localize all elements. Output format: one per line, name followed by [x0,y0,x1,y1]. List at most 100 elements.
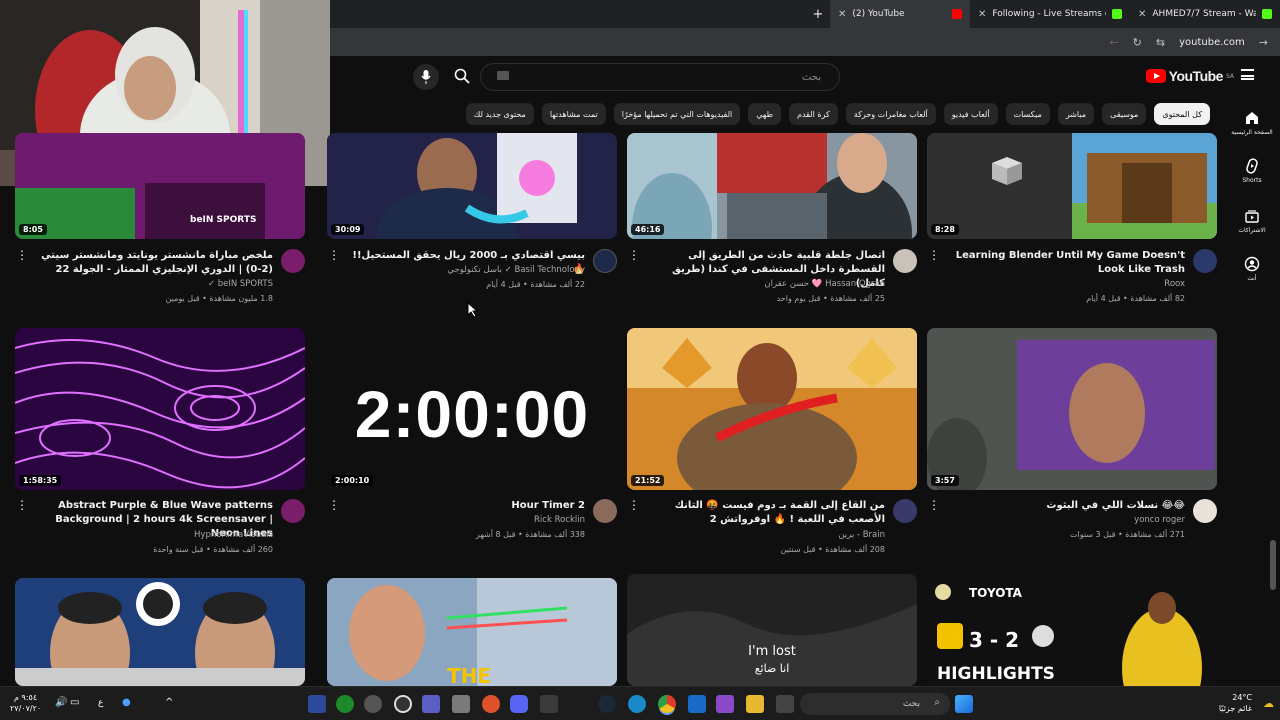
edge-icon[interactable] [628,695,646,713]
streamfab-icon[interactable] [308,695,326,713]
video-title[interactable]: ملخص مباراة مانشستر يونايتد ومانشستر سيت… [28,249,273,277]
system-clock[interactable]: ٩:٥٤ م ٢٧/٠٧/٢٠ [10,692,41,714]
channel-avatar[interactable] [593,249,617,273]
menu-icon[interactable] [1241,69,1254,80]
sidebar-item-shorts[interactable]: Shorts [1226,158,1278,184]
video-thumbnail[interactable]: 8:28 [927,133,1217,239]
tab-kick-following[interactable]: ✕ Following - Live Streams on Kick [970,0,1130,28]
channel-name[interactable]: yonco roger [940,515,1185,525]
tab-kick-stream[interactable]: ✕ AHMED7/7 Stream - Watch Live [1130,0,1280,28]
discord-icon[interactable] [510,695,528,713]
more-options-icon[interactable]: ⋮ [628,249,640,261]
page-scrollbar[interactable] [1270,540,1276,590]
video-thumbnail[interactable]: 46:16 [627,133,917,239]
obs-icon[interactable] [394,695,412,713]
store-icon[interactable] [540,695,558,713]
brave-icon[interactable] [482,695,500,713]
more-options-icon[interactable]: ⋮ [928,499,940,511]
channel-avatar[interactable] [281,499,305,523]
chip-mixes[interactable]: ميكسات [1005,103,1050,125]
voice-search-button[interactable] [413,64,439,90]
chip-football[interactable]: كرة القدم [788,103,838,125]
sidebar-item-subscriptions[interactable]: الاشتراكات [1226,208,1278,234]
tray-chevron-icon[interactable]: ^ [165,697,173,708]
video-thumbnail[interactable]: 1:58:35 [15,328,305,490]
app-icon[interactable] [452,695,470,713]
video-thumbnail[interactable]: 30:09 [327,133,617,239]
back-icon[interactable]: ← [1109,36,1118,49]
url-field[interactable]: youtube.com [1179,37,1245,48]
more-options-icon[interactable]: ⋮ [16,249,28,261]
close-tab-icon[interactable]: ✕ [1138,9,1146,20]
chip-music[interactable]: موسيقى [1102,103,1147,125]
search-icon[interactable] [454,68,470,84]
channel-name[interactable]: Basil Technology ✓ باسل تكنولوجي [340,265,585,275]
channel-avatar[interactable] [893,249,917,273]
channel-avatar[interactable] [281,249,305,273]
close-tab-icon[interactable]: ✕ [978,9,986,20]
video-thumbnail[interactable]: THE [327,578,617,686]
chip-live[interactable]: مباشر [1057,103,1095,125]
forward-icon[interactable]: → [1259,36,1268,49]
app-icon[interactable] [716,695,734,713]
chip-video-games[interactable]: ألعاب فيديو [943,103,998,125]
weather-widget[interactable]: 24°C غائم جزئيًا [1219,692,1252,714]
channel-name[interactable]: Hassan Ogran 🩷 حسن عقران [640,279,885,289]
keyboard-icon[interactable] [497,71,509,80]
video-thumbnail[interactable]: I'm lost انا ضائع [627,574,917,686]
input-language[interactable]: ع [98,698,103,708]
steam-icon[interactable] [598,695,616,713]
chip-new-to-you[interactable]: محتوى جديد لك [465,103,534,125]
close-tab-icon[interactable]: ✕ [838,9,846,20]
video-thumbnail[interactable]: 21:52 [627,328,917,490]
channel-avatar[interactable] [593,499,617,523]
search-input[interactable]: بحث [480,63,840,91]
video-title[interactable]: Learning Blender Until My Game Doesn't L… [940,249,1185,277]
start-icon[interactable] [955,695,973,713]
chip-action-adventure[interactable]: ألعاب مغامرات وحركة [845,103,936,125]
chip-watched[interactable]: تمت مشاهدتها [541,103,606,125]
chip-cooking[interactable]: طهي [748,103,781,125]
chrome-icon[interactable] [658,695,676,713]
video-thumbnail[interactable]: TOYOTA 3 - 2 HIGHLIGHTS [927,578,1217,686]
youtube-logo[interactable]: YouTube SA [1145,68,1234,84]
more-options-icon[interactable]: ⋮ [628,499,640,511]
more-options-icon[interactable]: ⋮ [928,249,940,261]
video-thumbnail[interactable] [15,578,305,686]
teams-icon[interactable] [422,695,440,713]
mic-tray-icon[interactable]: ● [122,697,131,708]
channel-avatar[interactable] [1193,249,1217,273]
site-settings-icon[interactable]: ⇆ [1156,36,1165,49]
video-thumbnail[interactable]: 8:05 beIN SPORTS [15,133,305,239]
settings-icon[interactable] [364,695,382,713]
tab-youtube[interactable]: ✕ (2) YouTube [830,0,970,28]
channel-name[interactable]: Rick Rocklin [340,515,585,525]
more-options-icon[interactable]: ⋮ [328,249,340,261]
channel-name[interactable]: HypnoRimaVisuals [28,530,273,540]
reload-icon[interactable]: ↻ [1133,36,1142,49]
more-options-icon[interactable]: ⋮ [16,499,28,511]
folder-icon[interactable] [746,695,764,713]
taskview-icon[interactable] [776,695,794,713]
sidebar-item-home[interactable]: الصفحة الرئيسية [1226,110,1278,136]
chip-all[interactable]: كل المحتوى [1154,103,1210,125]
channel-name[interactable]: Brain - برين [640,530,885,540]
channel-name[interactable]: Roox [940,279,1185,289]
sidebar-item-you[interactable]: أنت [1226,256,1278,282]
xbox-icon[interactable] [336,695,354,713]
video-title[interactable]: 2 Hour Timer [340,499,585,513]
channel-name[interactable]: beIN SPORTS ✓ [28,279,273,289]
video-thumbnail[interactable]: 3:57 [927,328,1217,490]
channel-avatar[interactable] [893,499,917,523]
video-thumbnail[interactable]: 2:00:00 2:00:10 [327,328,617,490]
volume-icon[interactable]: 🔊 [55,697,67,708]
video-title[interactable]: 😂😂 نسلات اللي في البثوث [940,499,1185,513]
taskbar-search[interactable]: بحث ⌕ [800,693,950,715]
mail-icon[interactable] [688,695,706,713]
channel-avatar[interactable] [1193,499,1217,523]
video-title[interactable]: من القاع إلى القمة بـ دوم فيست 🤬 التانك … [640,499,885,527]
new-tab-button[interactable]: + [806,7,830,22]
network-icon[interactable]: ▭ [70,697,79,708]
chip-recently-uploaded[interactable]: الفيديوهات التي تم تحميلها مؤخرًا [613,103,741,125]
more-options-icon[interactable]: ⋮ [328,499,340,511]
